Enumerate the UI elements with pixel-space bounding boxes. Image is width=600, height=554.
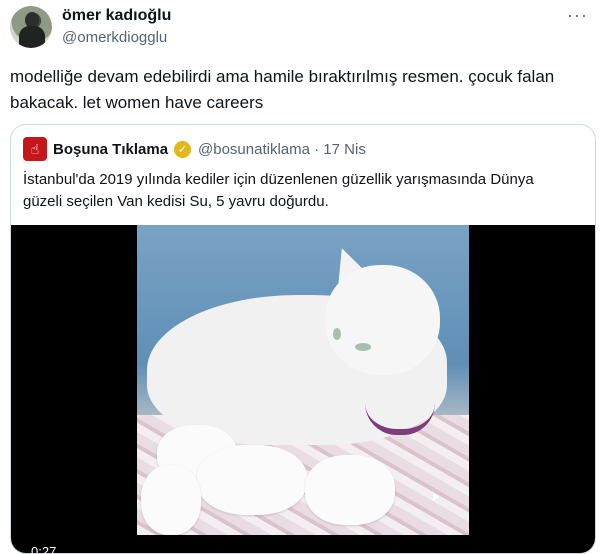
quoted-text-line-2: güzeli seçilen Van kedisi Su, 5 yavru do…: [23, 193, 329, 210]
tweet-text: modelliğe devam edebilirdi ama hamile bı…: [10, 64, 590, 116]
cat-eye: [333, 328, 341, 340]
quoted-author-name[interactable]: Boşuna Tıklama: [53, 141, 168, 158]
tweet-text-line-2: bakacak. let women have careers: [10, 93, 264, 112]
meta-separator: ·: [314, 141, 320, 158]
quoted-tweet[interactable]: ☝ Boşuna Tıklama ✓ @bosunatiklama · 17 N…: [10, 124, 596, 554]
cat-eye: [355, 343, 371, 351]
kitten: [305, 455, 395, 525]
verified-badge-icon: ✓: [174, 141, 191, 158]
quoted-text-line-1: İstanbul'da 2019 yılında kediler için dü…: [23, 171, 534, 188]
quoted-text: İstanbul'da 2019 yılında kediler için dü…: [23, 169, 583, 213]
more-icon[interactable]: ···: [567, 5, 588, 26]
quoted-date[interactable]: 17 Nis: [323, 141, 366, 158]
author-name[interactable]: ömer kadıoğlu: [62, 7, 171, 25]
kitten: [197, 445, 307, 515]
video-frame[interactable]: [137, 225, 469, 535]
pointer-icon: ☝: [30, 141, 40, 157]
cursor-icon: [433, 493, 439, 501]
avatar-figure-body: [19, 26, 45, 48]
video-player[interactable]: 0:27: [11, 225, 595, 554]
quoted-avatar[interactable]: ☝: [23, 137, 47, 161]
author-handle[interactable]: @omerkdiogglu: [62, 29, 167, 46]
mother-cat-head: [325, 265, 440, 375]
quoted-author-handle[interactable]: @bosunatiklama: [198, 141, 310, 158]
avatar[interactable]: [10, 6, 52, 48]
tweet-text-line-1: modelliğe devam edebilirdi ama hamile bı…: [10, 67, 555, 86]
video-timestamp: 0:27: [31, 544, 57, 554]
kitten: [141, 465, 201, 535]
quoted-meta: @bosunatiklama · 17 Nis: [198, 141, 366, 158]
